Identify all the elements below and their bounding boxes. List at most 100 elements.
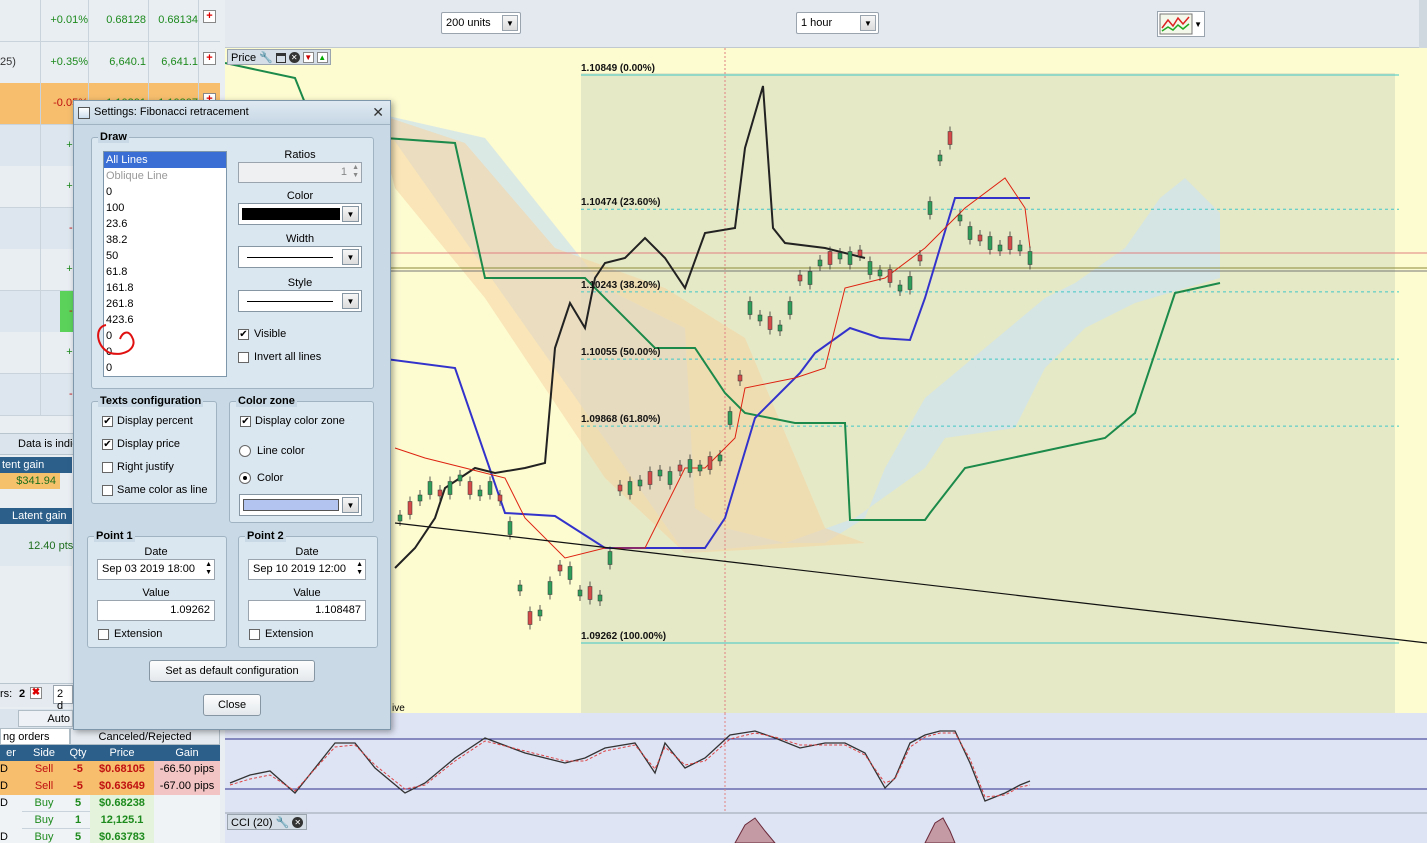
candlestick [607,551,613,565]
color-zone-title: Color zone [236,395,297,407]
chart-type-button[interactable]: ▼ [1157,11,1205,37]
order-price: $0.63649 [90,778,154,795]
order-column-header[interactable]: Qty [66,747,90,759]
lines-list-item[interactable]: Oblique Line [104,168,226,184]
chevron-down-icon[interactable]: ▼ [860,15,876,31]
chart-toolbar: 200 units ▼ 1 hour ▼ ▼ [225,0,1427,48]
line-color-dropdown[interactable]: ▼ [238,203,362,225]
close-button[interactable]: Close [203,694,261,716]
lines-list-item[interactable]: 50 [104,248,226,264]
display-price-checkbox[interactable]: ✔ [102,439,113,450]
order-row[interactable]: Buy 1 12,125.1 [0,812,220,829]
candlestick [977,234,983,242]
candlestick [617,484,623,492]
order-column-header[interactable]: Gain [154,747,220,759]
display-percent-checkbox[interactable]: ✔ [102,416,113,427]
price-chart-canvas[interactable] [225,48,1427,713]
ratios-input[interactable]: 1 ▲ ▼ [238,162,362,183]
units-dropdown[interactable]: 200 units ▼ [441,12,521,34]
display-colorzone-checkbox[interactable]: ✔ [240,416,251,427]
lines-list-item[interactable]: 0 [104,360,226,376]
same-color-checkbox[interactable] [102,485,113,496]
order-side: Buy [34,814,54,826]
order-row[interactable]: D Sell -5 $0.63649 -67.00 pips [0,778,220,795]
invert-lines-checkbox[interactable] [238,352,249,363]
timeframe-dropdown[interactable]: 1 hour ▼ [796,12,879,34]
point1-extension-checkbox[interactable] [98,629,109,640]
stochastic-panel[interactable]: CCI (20) 🔧 ✕ [225,713,1427,843]
point2-extension-checkbox[interactable] [249,629,260,640]
order-column-header[interactable]: Price [90,747,154,759]
right-justify-checkbox[interactable] [102,462,113,473]
point1-value-input[interactable]: 1.09262 [97,600,215,621]
order-row[interactable]: D Buy 5 $0.63783 [0,829,220,843]
point1-date-value: Sep 03 2019 18:00 [102,563,195,575]
chevron-down-icon[interactable]: ▼ [342,249,359,265]
candlestick [557,564,563,572]
stepper-icon[interactable]: ▲ ▼ [352,164,359,180]
chevron-down-icon[interactable]: ▼ [342,497,359,513]
watchlist-row[interactable]: +0.01% 0.68128 0.68134 + [0,0,220,42]
remove-orders-icon[interactable]: ✖ [30,687,42,699]
stepper-icon[interactable]: ▲ ▼ [356,561,363,577]
add-order-icon[interactable]: + [203,10,216,23]
tab-canceled-rejected[interactable]: Canceled/Rejected [70,728,220,745]
candlestick [797,274,803,282]
point2-value-input[interactable]: 1.108487 [248,600,366,621]
price-chart[interactable]: Price 🔧 ✕ ▼ ▲ 1.10849 (0.00%) 1.10474 (23… [225,48,1427,713]
close-icon[interactable]: ✕ [292,817,304,828]
point1-date-input[interactable]: Sep 03 2019 18:00 ▲ ▼ [97,559,215,580]
line-style-dropdown[interactable]: ▼ [238,290,362,312]
stepper-icon[interactable]: ▲ ▼ [205,561,212,577]
order-column-header[interactable]: Side [22,747,66,759]
wrench-icon[interactable]: 🔧 [276,816,290,829]
tab-auto[interactable]: Auto [18,710,73,727]
point1-extension-label: Extension [114,628,163,640]
point2-date-input[interactable]: Sep 10 2019 12:00 ▲ ▼ [248,559,366,580]
order-side: Sell [22,778,66,795]
candlestick [717,454,723,462]
tab-auto-label: Auto [47,713,70,725]
order-gain: -67.00 pips [154,778,220,795]
visible-checkbox[interactable]: ✔ [238,329,249,340]
tab-working-orders[interactable]: ng orders [0,728,70,745]
add-order-icon[interactable]: + [203,51,216,65]
lines-list-item[interactable]: 0 [104,184,226,200]
lines-list-item[interactable]: 261.8 [104,296,226,312]
line-width-dropdown[interactable]: ▼ [238,246,362,268]
order-row[interactable]: D Buy 5 $0.68238 [0,795,220,812]
chevron-down-icon[interactable]: ▼ [1194,20,1202,29]
chevron-down-icon[interactable]: ▼ [342,206,359,222]
zone-color-dropdown[interactable]: ▼ [239,494,362,516]
color-label: Color [286,190,314,202]
lines-list-item[interactable]: 161.8 [104,280,226,296]
dialog-title-bar[interactable]: Settings: Fibonacci retracement ✕ [74,101,390,125]
order-row[interactable]: D Sell -5 $0.68105 -66.50 pips [0,761,220,778]
candlestick [787,301,793,315]
candlestick [1027,251,1033,265]
lines-list-item[interactable]: 38.2 [104,232,226,248]
close-icon[interactable]: ✕ [372,104,384,121]
candlestick [897,284,903,292]
maximize-icon[interactable] [275,52,286,63]
candlestick [397,514,403,522]
candlestick [867,261,873,275]
set-default-button[interactable]: Set as default configuration [149,660,315,682]
close-icon[interactable]: ✕ [288,52,300,63]
lines-list-item[interactable]: 61.8 [104,264,226,280]
chevron-down-icon[interactable]: ▼ [502,15,518,31]
lines-list-item[interactable]: 100 [104,200,226,216]
point1-date-label: Date [144,546,168,558]
orders-period-dropdown[interactable]: 2 d [53,685,73,712]
move-down-icon[interactable]: ▼ [302,52,314,63]
move-up-icon[interactable]: ▲ [316,52,328,63]
order-column-header[interactable]: er [0,747,22,759]
watchlist-row[interactable]: 25) +0.35% 6,640.1 6,641.1 + [0,41,220,84]
lines-list-item[interactable]: All Lines [104,152,226,168]
wrench-icon[interactable]: 🔧 [259,51,273,64]
line-color-radio[interactable] [239,445,251,457]
lines-list-item[interactable]: 23.6 [104,216,226,232]
color-radio[interactable] [239,472,251,484]
chevron-down-icon[interactable]: ▼ [342,293,359,309]
chart-type-icon [1159,13,1193,35]
